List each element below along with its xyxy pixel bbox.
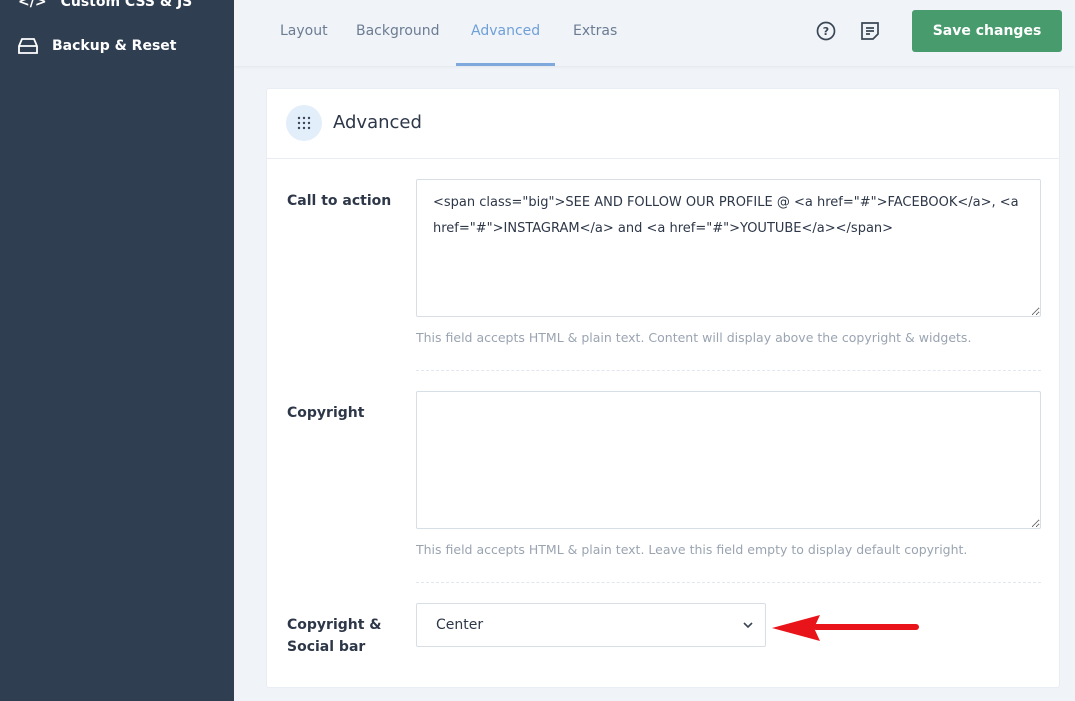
notes-icon[interactable]: [859, 20, 881, 42]
sidebar-item-custom-css-js[interactable]: </> Custom CSS & JS: [18, 0, 192, 10]
tab-advanced[interactable]: Advanced: [456, 0, 556, 66]
tab-layout[interactable]: Layout: [280, 0, 328, 66]
sidebar-item-label: Backup & Reset: [52, 38, 177, 54]
social-bar-select[interactable]: Center: [416, 603, 766, 647]
divider: [416, 582, 1041, 583]
sidebar: </> Custom CSS & JS Backup & Reset: [0, 0, 234, 701]
call-to-action-textarea[interactable]: <span class="big">SEE AND FOLLOW OUR PRO…: [416, 179, 1041, 317]
sidebar-item-backup-reset[interactable]: Backup & Reset: [18, 37, 176, 55]
grid-dots-icon: [286, 105, 322, 141]
call-to-action-label: Call to action: [287, 193, 392, 209]
help-icon[interactable]: ?: [815, 20, 837, 42]
social-bar-label: Copyright & Social bar: [287, 617, 382, 655]
call-to-action-help: This field accepts HTML & plain text. Co…: [416, 330, 972, 345]
save-changes-button[interactable]: Save changes: [912, 10, 1062, 52]
copyright-help: This field accepts HTML & plain text. Le…: [416, 542, 968, 557]
sidebar-item-label: Custom CSS & JS: [60, 0, 193, 10]
divider: [416, 370, 1041, 371]
red-arrow-annotation: [772, 615, 919, 641]
card-title: Advanced: [333, 112, 422, 133]
advanced-card: Advanced Call to action <span class="big…: [266, 88, 1060, 688]
copyright-label: Copyright: [287, 405, 365, 421]
tab-background[interactable]: Background: [356, 0, 440, 66]
chevron-down-icon: [743, 622, 753, 629]
tab-extras[interactable]: Extras: [573, 0, 617, 66]
drive-icon: [18, 38, 38, 54]
code-icon: </>: [18, 0, 47, 10]
svg-text:?: ?: [823, 25, 829, 38]
header: Layout Background Advanced Extras ? Save…: [234, 0, 1075, 66]
select-value: Center: [436, 617, 484, 633]
copyright-textarea[interactable]: [416, 391, 1041, 529]
